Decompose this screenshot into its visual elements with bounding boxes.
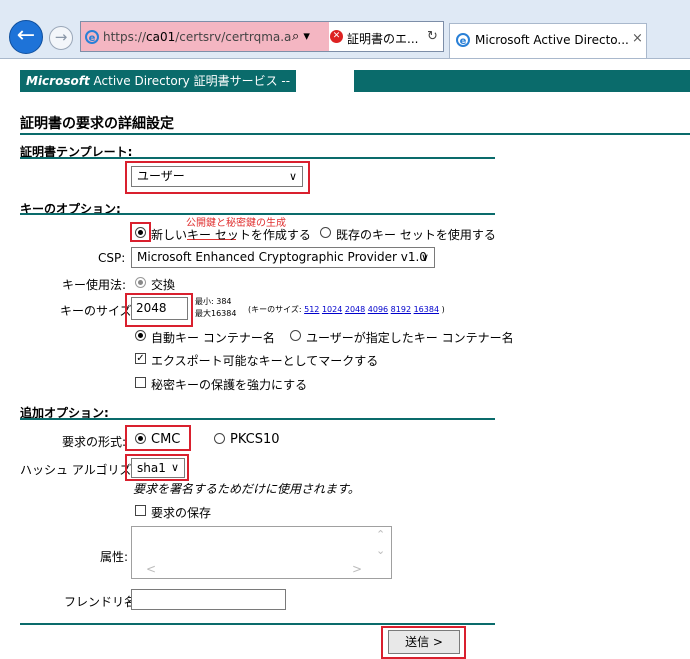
existing-keyset-radio[interactable] (320, 227, 331, 238)
close-tab-icon[interactable]: × (632, 31, 643, 46)
key-size-link-8192[interactable]: 8192 (391, 305, 411, 314)
hash-note: 要求を署名するためだけに使用されます。 (133, 482, 360, 496)
auto-container-radio[interactable] (135, 330, 146, 341)
template-divider (20, 157, 495, 159)
scroll-up-icon[interactable]: ⌃ (376, 528, 385, 541)
forward-button[interactable]: → (49, 26, 73, 50)
format-cmc-radio[interactable] (135, 433, 146, 444)
csp-select[interactable]: Microsoft Enhanced Cryptographic Provide… (131, 247, 435, 268)
scroll-left-icon[interactable]: < (146, 562, 156, 576)
submit-button[interactable]: 送信 > (388, 630, 460, 654)
user-container-radio[interactable] (290, 330, 301, 341)
ie-icon: e (85, 30, 99, 44)
ie-tab-icon: e (456, 33, 470, 47)
template-select[interactable]: ユーザー ∨ (131, 166, 303, 187)
address-url[interactable]: https://ca01/certsrv/certrqma.a (103, 30, 291, 44)
save-request-label: 要求の保存 (151, 506, 212, 520)
format-pkcs10-radio[interactable] (214, 433, 225, 444)
common-key-sizes: (キーのサイズ: 512 1024 2048 4096 8192 16384 ) (248, 305, 445, 314)
attributes-label: 属性: (100, 550, 129, 564)
key-size-link-4096[interactable]: 4096 (368, 305, 388, 314)
banner-bar (354, 70, 690, 92)
key-usage-value: 交換 (151, 278, 176, 292)
csp-label: CSP: (98, 251, 126, 265)
chevron-down-icon: ∨ (288, 170, 297, 183)
key-usage-radio[interactable] (135, 277, 146, 288)
tab-certificate[interactable]: 証明書のエ... (347, 30, 418, 47)
key-usage-label: キー使用法: (62, 278, 127, 292)
existing-keyset-label: 既存のキー セットを使用する (336, 228, 496, 242)
hash-algorithm-select[interactable]: sha1 ∨ (131, 458, 185, 478)
strong-protection-checkbox[interactable] (135, 377, 146, 388)
user-container-label: ユーザーが指定したキー コンテナー名 (306, 331, 514, 345)
service-banner: Microsoft Active Directory 証明書サービス -- (20, 70, 296, 92)
strong-protection-label: 秘密キーの保護を強力にする (151, 378, 308, 392)
auto-container-label: 自動キー コンテナー名 (151, 331, 275, 345)
new-keyset-radio[interactable] (135, 227, 146, 238)
request-format-label: 要求の形式: (62, 435, 127, 449)
format-cmc-label: CMC (151, 432, 181, 447)
key-size-link-512[interactable]: 512 (304, 305, 319, 314)
error-icon: ✕ (330, 30, 343, 43)
key-size-link-2048[interactable]: 2048 (345, 305, 365, 314)
submit-divider (20, 623, 495, 625)
key-size-link-16384[interactable]: 16384 (414, 305, 439, 314)
key-size-min: 最小: 384 (195, 297, 232, 306)
save-request-checkbox[interactable] (135, 505, 146, 516)
key-size-link-1024[interactable]: 1024 (322, 305, 342, 314)
title-divider (20, 133, 690, 135)
new-keyset-label: 新しいキー セットを作成する (151, 228, 311, 242)
key-size-max: 最大16384 (195, 309, 237, 318)
back-button[interactable]: ← (9, 20, 43, 54)
tab-active-directory-title: Microsoft Active Directo... (475, 33, 629, 47)
key-size-input[interactable]: 2048 (131, 297, 188, 320)
additional-options-divider (20, 418, 495, 420)
friendly-name-label: フレンドリ名: (64, 595, 141, 609)
page-title: 証明書の要求の詳細設定 (20, 116, 174, 132)
chevron-down-icon: ∨ (170, 461, 179, 474)
format-pkcs10-label: PKCS10 (230, 432, 280, 447)
scroll-down-icon[interactable]: ⌄ (376, 544, 385, 557)
chevron-down-icon: ∨ (420, 251, 429, 264)
search-icon[interactable]: ⌕ ▾ (292, 29, 310, 44)
scroll-right-icon[interactable]: > (352, 562, 362, 576)
friendly-name-input[interactable] (131, 589, 286, 610)
reload-icon[interactable]: ↻ (427, 29, 438, 44)
exportable-checkbox[interactable]: ✓ (135, 353, 146, 364)
microsoft-logo: Microsoft (26, 74, 90, 88)
exportable-label: エクスポート可能なキーとしてマークする (151, 354, 379, 368)
